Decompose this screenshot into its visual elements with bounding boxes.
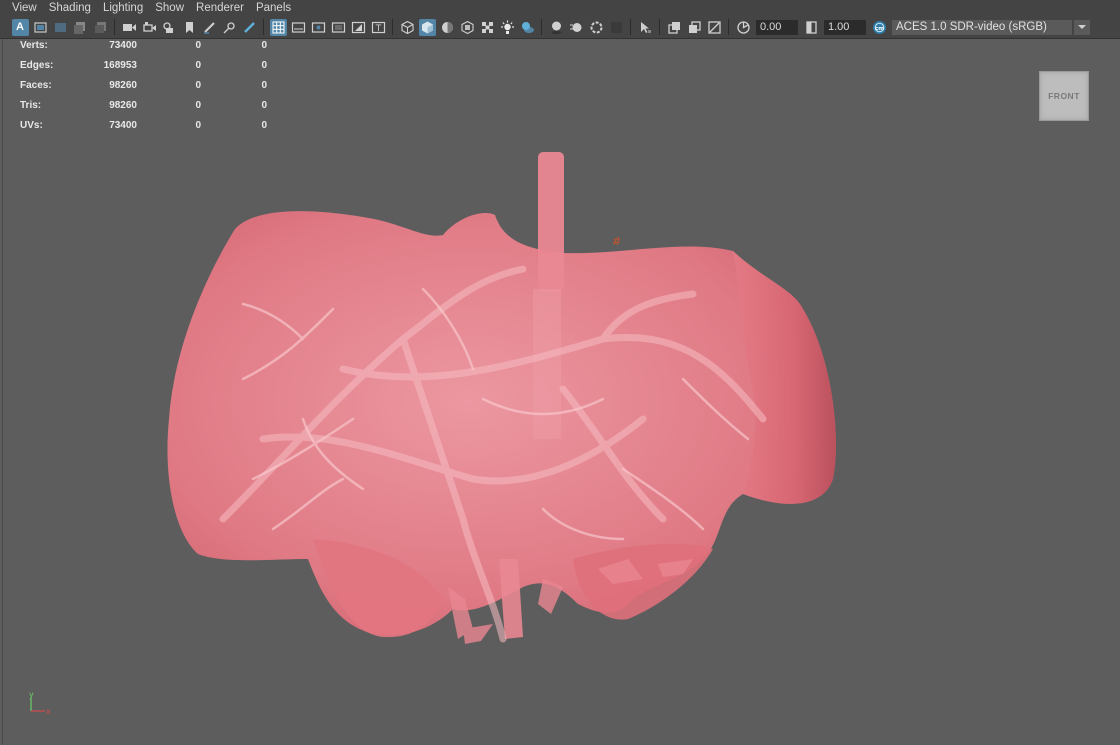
gamma-field[interactable]: 1.00 [824,19,866,35]
hud-value: 168953 [103,60,137,71]
shadows-icon[interactable] [519,19,536,36]
manipulator-icon[interactable] [221,19,238,36]
grease-pencil-icon[interactable] [201,19,218,36]
paint-brush-icon[interactable] [241,19,258,36]
safe-action-icon[interactable]: T [370,19,387,36]
use-all-lights-icon[interactable] [499,19,516,36]
menu-shading[interactable]: Shading [43,0,97,16]
view-cube[interactable]: FRONT [1039,71,1089,121]
video-camera-icon[interactable] [121,19,138,36]
liver-mesh[interactable]: # [3,39,1120,745]
toolbar-separator [263,19,264,35]
menu-panels[interactable]: Panels [250,0,297,16]
hud-label: Tris: [20,100,42,111]
color-management-icon[interactable]: cm [871,19,888,36]
exposure-field[interactable]: 0.00 [756,19,798,35]
chevron-down-icon[interactable] [1074,19,1090,35]
svg-text:T: T [374,24,381,34]
hud-value: 0 [195,80,201,91]
grid-icon[interactable] [269,18,287,36]
menu-renderer[interactable]: Renderer [190,0,250,16]
hud-value: 73400 [109,120,137,131]
hud-row-verts: Verts: 73400 0 0 [3,40,283,60]
toolbar-separator [728,19,729,35]
axis-y-label: y [29,690,34,699]
select-camera-icon[interactable]: A [11,18,29,36]
svg-text:#: # [612,235,621,248]
film-gate-toggle-icon[interactable] [290,19,307,36]
camera-orbit-icon[interactable] [161,19,178,36]
toolbar-separator [630,19,631,35]
axis-x-label: x [46,707,51,716]
svg-text:cm: cm [875,25,884,31]
hud-value: 98260 [109,100,137,111]
hud-label: Edges: [20,60,54,71]
default-material-icon[interactable] [439,19,456,36]
menu-bar: View Shading Lighting Show Renderer Pane… [0,0,1120,16]
bookmark-icon[interactable] [181,19,198,36]
xray-joints-icon[interactable] [706,19,723,36]
gate-mask-icon[interactable] [330,19,347,36]
toolbar-separator [114,19,115,35]
xray-active-components-icon[interactable] [686,19,703,36]
axis-gizmo: y x [29,690,51,716]
motion-blur-icon[interactable] [568,19,585,36]
anti-aliasing-icon[interactable] [588,19,605,36]
camera-move-icon[interactable] [141,19,158,36]
toolbar-separator [659,19,660,35]
depth-of-field-icon[interactable] [608,19,625,36]
hud-label: UVs: [20,120,43,131]
hud-value: 0 [261,100,267,111]
hud-value: 0 [195,60,201,71]
field-chart-icon[interactable] [350,19,367,36]
film-gate-icon[interactable] [92,19,109,36]
hud-row-edges: Edges: 168953 0 0 [3,60,283,80]
checker-icon[interactable] [479,19,496,36]
hud-label: Verts: [20,40,48,51]
3d-viewport[interactable]: # Verts: 73400 0 0 Edges: 168953 0 0 Fac… [2,39,1120,745]
menu-show[interactable]: Show [149,0,190,16]
hud-row-tris: Tris: 98260 0 0 [3,100,283,120]
smooth-shade-icon[interactable] [418,18,436,36]
toolbar-separator [541,19,542,35]
image-plane-icon[interactable] [72,19,89,36]
bookmarks-icon[interactable] [52,19,69,36]
hud-value: 0 [261,60,267,71]
color-space-dropdown[interactable]: ACES 1.0 SDR-video (sRGB) [892,19,1072,35]
view-cube-face-label[interactable]: FRONT [1048,91,1080,101]
viewport-toolbar: A T 0.00 1.00 cm ACES 1.0 SDR-video (sRG… [0,16,1120,39]
hud-value: 0 [195,120,201,131]
hud-value: 73400 [109,40,137,51]
hud-value: 0 [261,120,267,131]
resolution-gate-icon[interactable] [310,19,327,36]
hud-label: Faces: [20,80,52,91]
wireframe-icon[interactable] [399,19,416,36]
xray-icon[interactable] [666,19,683,36]
hud-value: 0 [195,40,201,51]
exposure-icon[interactable] [735,19,752,36]
hud-row-uvs: UVs: 73400 0 0 [3,120,283,140]
isolate-select-icon[interactable] [637,19,654,36]
menu-lighting[interactable]: Lighting [97,0,149,16]
camera-attributes-icon[interactable] [32,19,49,36]
textured-icon[interactable] [459,19,476,36]
hud-value: 0 [261,80,267,91]
hud-value: 98260 [109,80,137,91]
hud-value: 0 [261,40,267,51]
menu-view[interactable]: View [0,0,43,16]
hud-value: 0 [195,100,201,111]
toolbar-separator [392,19,393,35]
ambient-occlusion-icon[interactable] [548,19,565,36]
hud-row-faces: Faces: 98260 0 0 [3,80,283,100]
gamma-icon[interactable] [803,19,820,36]
